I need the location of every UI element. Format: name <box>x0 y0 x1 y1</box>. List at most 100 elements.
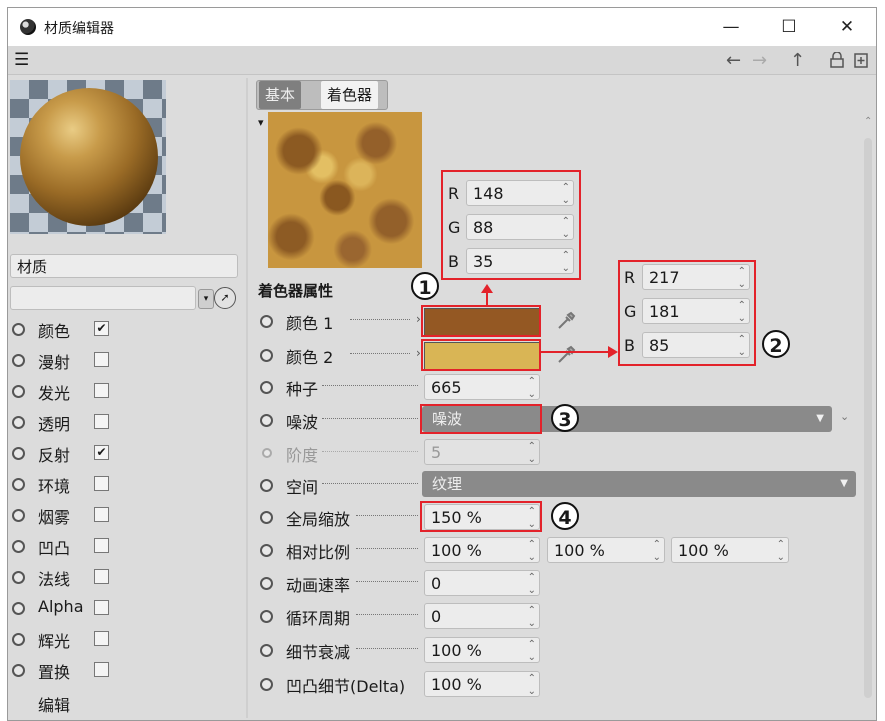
scrollbar-thumb[interactable] <box>864 138 872 698</box>
channel-checkbox[interactable] <box>94 538 109 553</box>
detail-attenuation-input[interactable]: 100 % ⌃ ⌄ <box>424 637 540 663</box>
channel-radio-icon[interactable] <box>12 602 25 615</box>
spinner-icon[interactable]: ⌃ ⌄ <box>528 638 536 664</box>
channel-checkbox[interactable] <box>94 352 109 367</box>
rgb1-g-input[interactable]: 88 ⌃ ⌄ <box>466 214 574 240</box>
anim-radio-icon[interactable] <box>260 610 273 623</box>
up-arrow-icon[interactable]: ↑ <box>790 50 805 71</box>
sidebar-channel-item[interactable]: 辉光 <box>8 625 128 653</box>
collapse-chevron-icon[interactable]: ▾ <box>258 116 264 129</box>
channel-radio-icon[interactable] <box>12 540 25 553</box>
anim-radio-icon[interactable] <box>260 577 273 590</box>
forward-arrow-icon[interactable]: → <box>752 50 767 71</box>
sidebar-channel-item[interactable]: 法线 <box>8 563 128 591</box>
material-name-field[interactable]: 材质 <box>10 254 238 278</box>
channel-checkbox[interactable] <box>94 662 109 677</box>
spinner-icon[interactable]: ⌃ ⌄ <box>562 215 570 241</box>
pick-cursor-icon[interactable]: ➚ <box>214 287 236 309</box>
channel-radio-icon[interactable] <box>12 447 25 460</box>
channel-radio-icon[interactable] <box>12 385 25 398</box>
rgb1-r-input[interactable]: 148 ⌃ ⌄ <box>466 180 574 206</box>
space-dropdown[interactable]: 纹理 ▼ <box>422 471 856 497</box>
material-preview[interactable] <box>10 80 166 234</box>
channel-label: 发光 <box>38 384 71 403</box>
channel-radio-icon[interactable] <box>12 354 25 367</box>
chevron-down-icon[interactable]: ▾ <box>198 289 214 309</box>
spinner-icon[interactable]: ⌃ ⌄ <box>738 265 746 291</box>
delta-input[interactable]: 100 % ⌃ ⌄ <box>424 671 540 697</box>
spinner-icon[interactable]: ⌃ ⌄ <box>528 672 536 698</box>
new-window-icon[interactable] <box>854 52 868 68</box>
maximize-button[interactable]: ☐ <box>766 12 812 42</box>
spinner-icon[interactable]: ⌃ ⌄ <box>653 538 661 564</box>
edit-label[interactable]: 编辑 <box>38 692 70 716</box>
loop-period-input[interactable]: 0 ⌃ ⌄ <box>424 603 540 629</box>
channel-checkbox[interactable] <box>94 569 109 584</box>
channel-checkbox[interactable]: ✔ <box>94 445 109 460</box>
channel-radio-icon[interactable] <box>12 664 25 677</box>
spinner-icon[interactable]: ⌃ ⌄ <box>528 538 536 564</box>
spinner-icon[interactable]: ⌃ ⌄ <box>528 375 536 401</box>
anim-radio-icon[interactable] <box>260 381 273 394</box>
channel-radio-icon[interactable] <box>12 478 25 491</box>
channel-checkbox[interactable] <box>94 476 109 491</box>
tab-shader[interactable]: 着色器 <box>321 81 379 109</box>
channel-radio-icon[interactable] <box>12 509 25 522</box>
dots-divider <box>356 647 418 649</box>
tab-basic[interactable]: 基本 <box>259 81 302 109</box>
back-arrow-icon[interactable]: ← <box>726 50 741 71</box>
anim-radio-icon[interactable] <box>260 678 273 691</box>
sidebar-channel-item[interactable]: 置换 <box>8 656 128 684</box>
channel-radio-icon[interactable] <box>12 323 25 336</box>
sidebar-channel-item[interactable]: 颜色 ✔ <box>8 315 128 343</box>
anim-radio-icon[interactable] <box>260 315 273 328</box>
sidebar-channel-item[interactable]: 发光 <box>8 377 128 405</box>
spinner-icon[interactable]: ⌃ ⌄ <box>528 571 536 597</box>
anim-radio-icon[interactable] <box>260 544 273 557</box>
vertical-scrollbar[interactable]: ⌃ <box>864 116 872 706</box>
channel-checkbox[interactable]: ✔ <box>94 321 109 336</box>
sidebar-channel-item[interactable]: 环境 <box>8 470 128 498</box>
spinner-icon[interactable]: ⌃ ⌄ <box>528 604 536 630</box>
eyedropper-icon[interactable] <box>556 311 576 331</box>
hamburger-icon[interactable]: ☰ <box>14 52 29 69</box>
layer-field[interactable] <box>10 286 196 310</box>
channel-checkbox[interactable] <box>94 600 109 615</box>
lock-icon[interactable] <box>830 51 844 68</box>
rgb1-b-input[interactable]: 35 ⌃ ⌄ <box>466 248 574 274</box>
scroll-up-icon[interactable]: ⌃ <box>864 116 872 127</box>
sidebar-channel-item[interactable]: 烟雾 <box>8 501 128 529</box>
spinner-icon[interactable]: ⌃ ⌄ <box>562 181 570 207</box>
anim-radio-icon[interactable] <box>260 479 273 492</box>
dots-divider <box>356 613 418 615</box>
spinner-icon[interactable]: ⌃ ⌄ <box>777 538 785 564</box>
anim-radio-icon[interactable] <box>260 511 273 524</box>
anim-radio-icon[interactable] <box>260 644 273 657</box>
sidebar-channel-item[interactable]: 漫射 <box>8 346 128 374</box>
channel-checkbox[interactable] <box>94 383 109 398</box>
sidebar-channel-item[interactable]: 透明 <box>8 408 128 436</box>
anim-speed-input[interactable]: 0 ⌃ ⌄ <box>424 570 540 596</box>
spinner-icon[interactable]: ⌃ ⌄ <box>562 249 570 275</box>
channel-radio-icon[interactable] <box>12 571 25 584</box>
channel-checkbox[interactable] <box>94 631 109 646</box>
anim-radio-icon[interactable] <box>260 349 273 362</box>
close-button[interactable]: ✕ <box>824 12 870 42</box>
sidebar-channel-item[interactable]: 凹凸 <box>8 532 128 560</box>
relative-scale-z-input[interactable]: 100 % ⌃ ⌄ <box>671 537 789 563</box>
anim-radio-icon[interactable] <box>260 414 273 427</box>
eyedropper-icon[interactable] <box>556 345 576 365</box>
channel-checkbox[interactable] <box>94 507 109 522</box>
chevron-down-icon[interactable]: ⌄ <box>840 410 849 423</box>
channel-checkbox[interactable] <box>94 414 109 429</box>
sidebar-channel-item[interactable]: Alpha <box>8 594 128 622</box>
relative-scale-y-input[interactable]: 100 % ⌃ ⌄ <box>547 537 665 563</box>
seed-input[interactable]: 665 ⌃ ⌄ <box>424 374 540 400</box>
dots-divider <box>356 514 418 516</box>
channel-radio-icon[interactable] <box>12 633 25 646</box>
channel-radio-icon[interactable] <box>12 416 25 429</box>
sidebar-channel-item[interactable]: 反射 ✔ <box>8 439 128 467</box>
rgb2-r-input[interactable]: 217 ⌃ ⌄ <box>642 264 750 290</box>
relative-scale-x-input[interactable]: 100 % ⌃ ⌄ <box>424 537 540 563</box>
minimize-button[interactable]: — <box>708 12 754 42</box>
